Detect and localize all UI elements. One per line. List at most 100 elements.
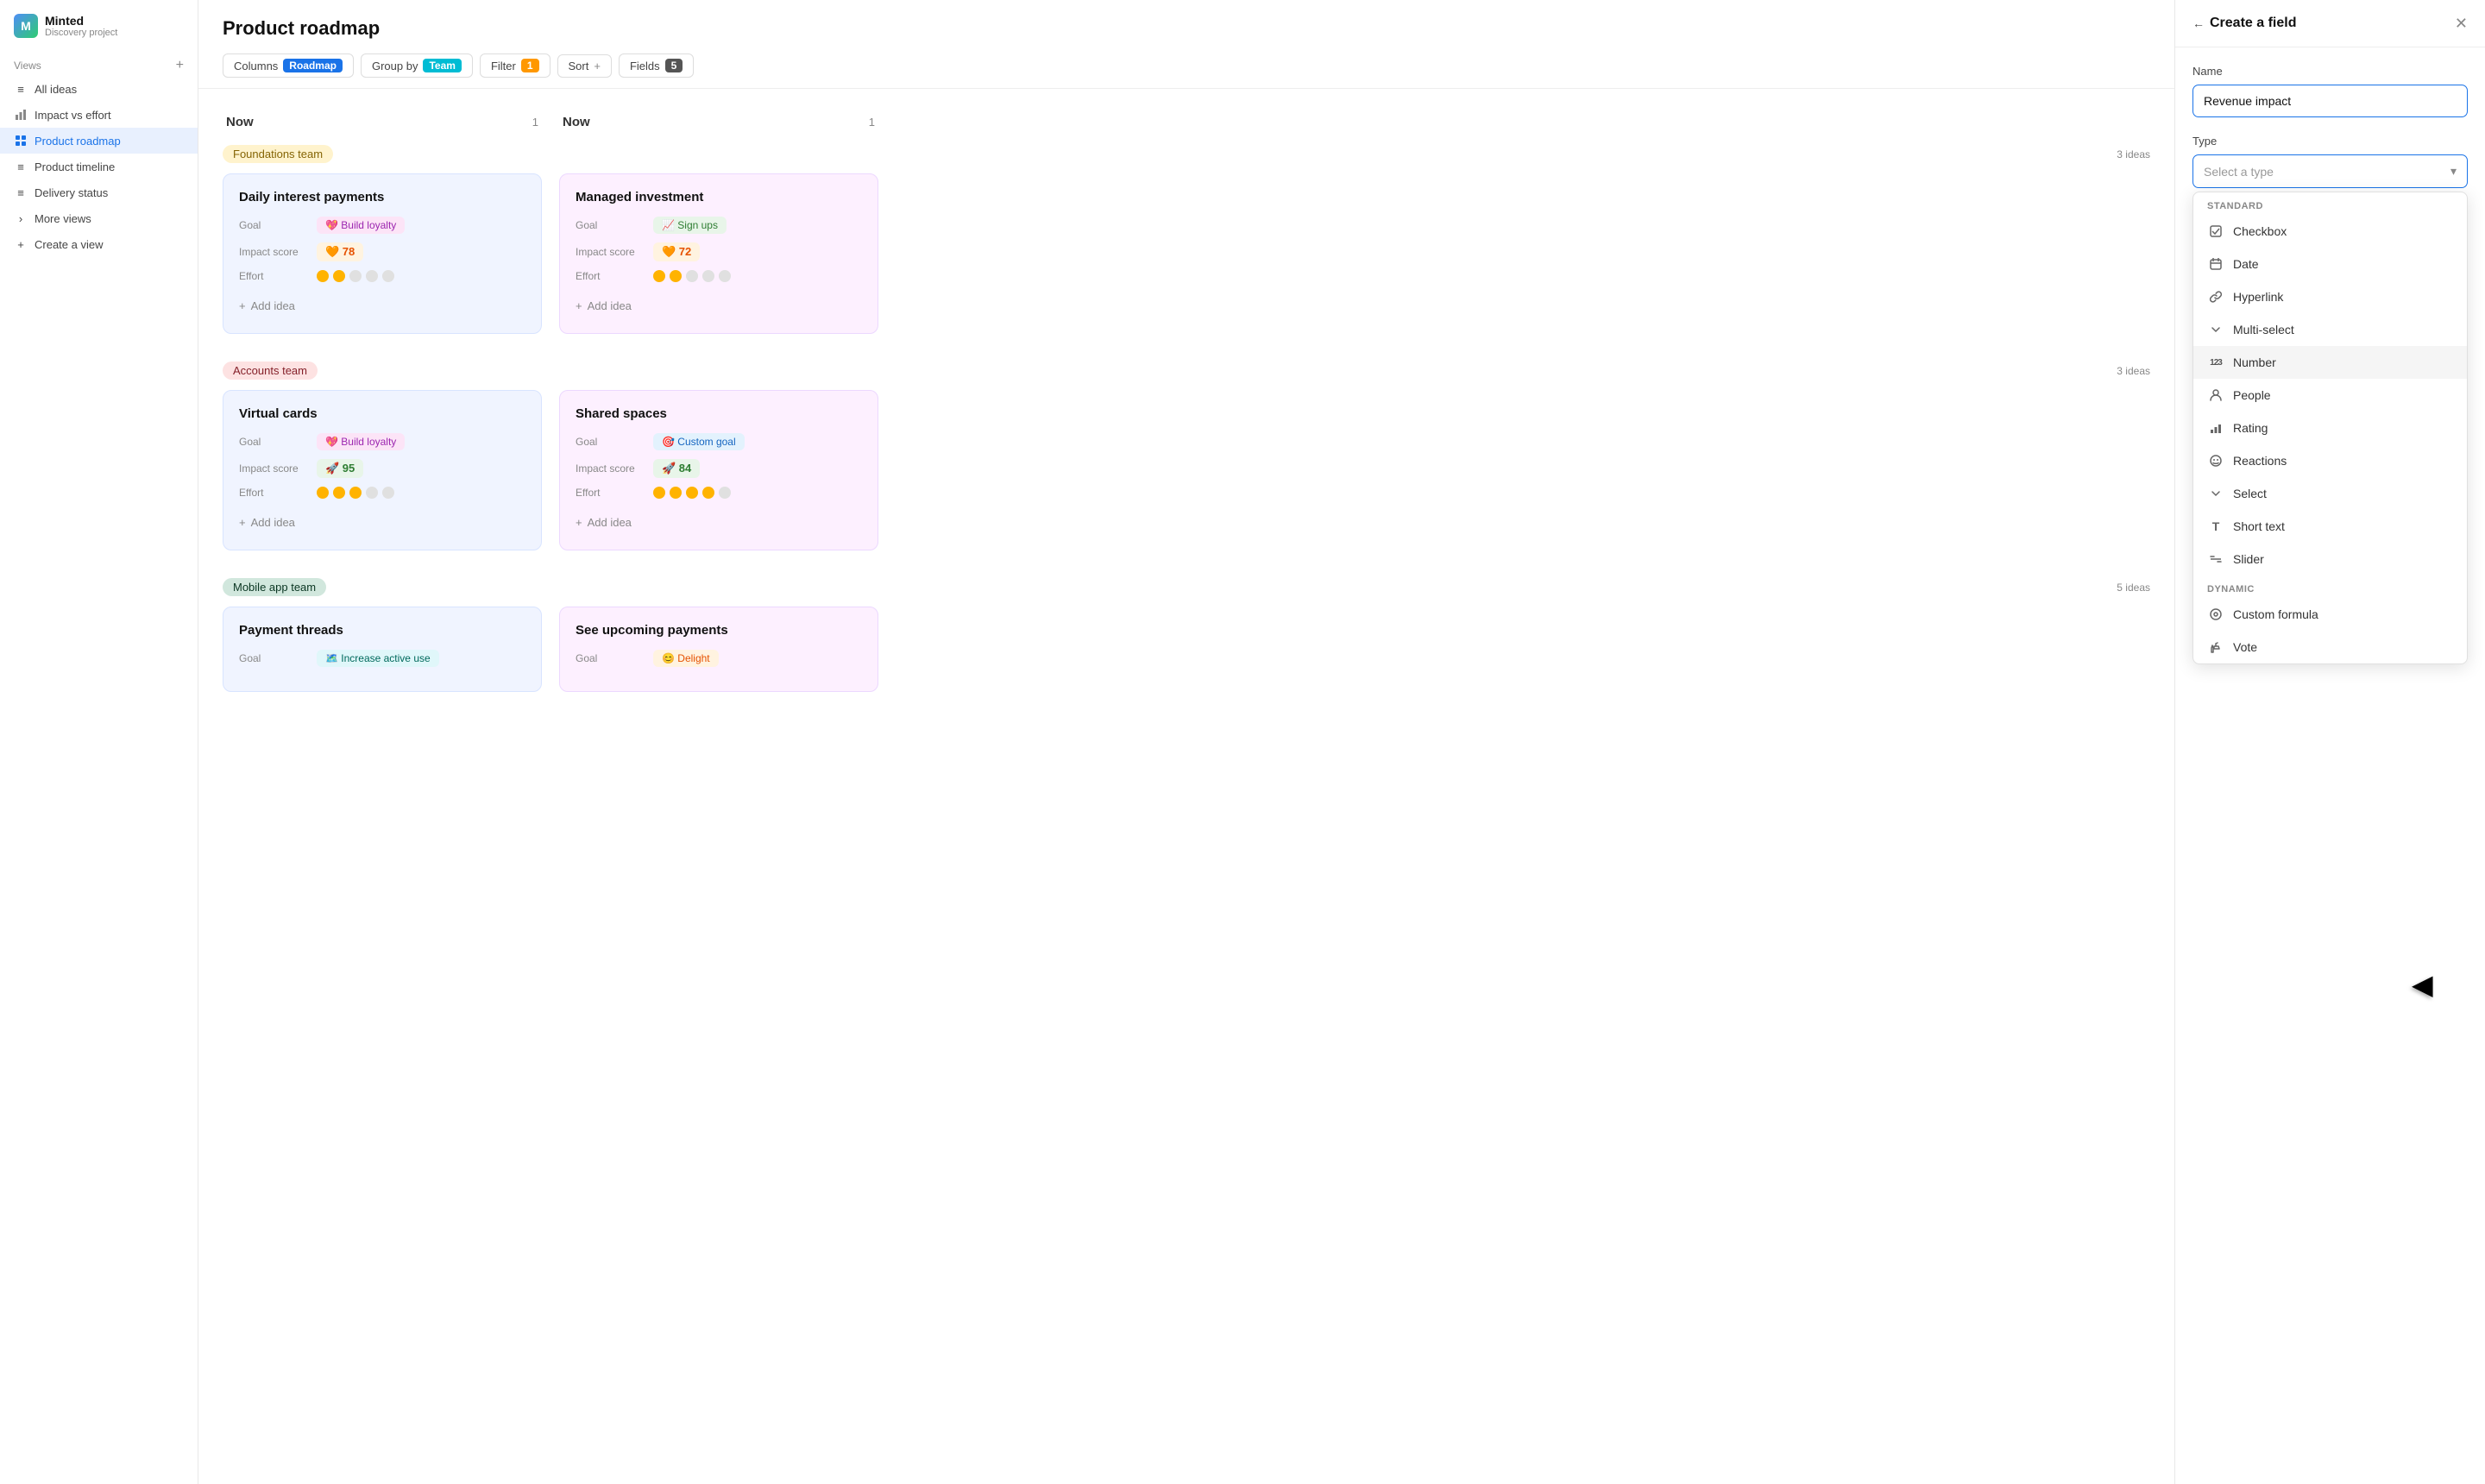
- hyperlink-icon: [2207, 288, 2224, 305]
- columns-tag: Roadmap: [283, 59, 343, 72]
- effort-dots: [317, 487, 394, 499]
- effort-dot: [719, 270, 731, 282]
- filter-button[interactable]: Filter 1: [480, 53, 550, 78]
- sort-label: Sort: [569, 60, 589, 72]
- standard-section-title: Standard: [2193, 192, 2467, 215]
- people-icon: [2207, 387, 2224, 404]
- card-title: Shared spaces: [576, 406, 862, 421]
- add-idea-button[interactable]: + Add idea: [239, 294, 525, 318]
- item-label: Vote: [2233, 640, 2257, 654]
- field-label: Goal: [239, 652, 308, 664]
- logo-text: Minted Discovery project: [45, 14, 117, 38]
- columns-label: Columns: [234, 60, 278, 72]
- effort-dot: [317, 487, 329, 499]
- main-header: Product roadmap Columns Roadmap Group by…: [198, 0, 2174, 89]
- groupby-button[interactable]: Group by Team: [361, 53, 473, 78]
- effort-dot: [366, 270, 378, 282]
- effort-dot: [653, 487, 665, 499]
- dropdown-item-custom-formula[interactable]: Custom formula: [2193, 598, 2467, 631]
- dropdown-item-rating[interactable]: Rating: [2193, 412, 2467, 444]
- sidebar-item-product-roadmap[interactable]: Product roadmap: [0, 128, 198, 154]
- field-label: Goal: [239, 219, 308, 231]
- dynamic-section-title: Dynamic: [2193, 575, 2467, 598]
- cards-row: Virtual cards Goal 💖 Build loyalty Impac…: [223, 390, 2150, 550]
- app-logo: M Minted Discovery project: [0, 14, 198, 52]
- team-ideas-count: 3 ideas: [2117, 365, 2150, 377]
- logo-icon: M: [14, 14, 38, 38]
- add-idea-button[interactable]: + Add idea: [239, 511, 525, 534]
- goal-tag[interactable]: 💖 Build loyalty: [317, 433, 405, 450]
- field-group-name: Name: [2192, 65, 2468, 117]
- add-idea-button[interactable]: + Add idea: [576, 294, 862, 318]
- team-row-foundations: Foundations team 3 ideas Daily interest …: [223, 145, 2150, 334]
- team-badge: Foundations team: [223, 145, 333, 163]
- custom-formula-icon: [2207, 606, 2224, 623]
- page-title: Product roadmap: [223, 17, 2150, 40]
- sidebar-item-impact-vs-effort[interactable]: Impact vs effort: [0, 102, 198, 128]
- filter-label: Filter: [491, 60, 516, 72]
- panel-title: Create a field: [2210, 16, 2296, 31]
- dropdown-item-date[interactable]: Date: [2193, 248, 2467, 280]
- dropdown-item-vote[interactable]: Vote: [2193, 631, 2467, 663]
- card-managed-investment: Managed investment Goal 📈 Sign ups Impac…: [559, 173, 878, 334]
- effort-dot: [702, 270, 714, 282]
- back-arrow-icon: ←: [2192, 16, 2205, 30]
- sidebar-item-create-view[interactable]: + Create a view: [0, 231, 198, 257]
- chevron-right-icon: ›: [14, 211, 28, 225]
- sidebar-item-delivery-status[interactable]: ≡ Delivery status: [0, 179, 198, 205]
- card-field-score: Impact score 🚀 95: [239, 459, 525, 478]
- dropdown-item-hyperlink[interactable]: Hyperlink: [2193, 280, 2467, 313]
- team-row-accounts: Accounts team 3 ideas Virtual cards Goal…: [223, 362, 2150, 550]
- team-header-mobile: Mobile app team 5 ideas: [223, 578, 2150, 596]
- dropdown-item-select[interactable]: Select: [2193, 477, 2467, 510]
- dropdown-item-multi-select[interactable]: Multi-select: [2193, 313, 2467, 346]
- column-headers: Now 1 Now 1: [223, 106, 2150, 138]
- panel-close-button[interactable]: ✕: [2455, 16, 2468, 31]
- effort-dot: [670, 270, 682, 282]
- col-header-now-right: Now 1: [559, 106, 878, 138]
- team-row-mobile: Mobile app team 5 ideas Payment threads …: [223, 578, 2150, 692]
- dropdown-item-people[interactable]: People: [2193, 379, 2467, 412]
- sort-button[interactable]: Sort +: [557, 54, 612, 78]
- add-idea-label: Add idea: [251, 516, 295, 529]
- dropdown-item-reactions[interactable]: Reactions: [2193, 444, 2467, 477]
- team-ideas-count: 5 ideas: [2117, 582, 2150, 594]
- dropdown-item-short-text[interactable]: T Short text: [2193, 510, 2467, 543]
- type-dropdown: Standard Checkbox Date: [2192, 192, 2468, 664]
- effort-dot: [382, 487, 394, 499]
- score-badge: 🚀 95: [317, 459, 363, 478]
- team-badge: Mobile app team: [223, 578, 326, 596]
- goal-tag[interactable]: 💖 Build loyalty: [317, 217, 405, 234]
- card-payment-threads: Payment threads Goal 🗺️ Increase active …: [223, 607, 542, 692]
- field-label: Goal: [576, 219, 645, 231]
- goal-tag[interactable]: 🗺️ Increase active use: [317, 650, 439, 667]
- dropdown-item-number[interactable]: 123 Number: [2193, 346, 2467, 379]
- effort-dots: [317, 270, 394, 282]
- name-input[interactable]: [2192, 85, 2468, 117]
- sidebar-item-all-ideas[interactable]: ≡ All ideas: [0, 76, 198, 102]
- field-label: Impact score: [239, 462, 308, 475]
- columns-button[interactable]: Columns Roadmap: [223, 53, 354, 78]
- dropdown-item-checkbox[interactable]: Checkbox: [2193, 215, 2467, 248]
- add-view-button[interactable]: +: [176, 59, 184, 72]
- goal-tag[interactable]: 😊 Delight: [653, 650, 719, 667]
- card-title: Virtual cards: [239, 406, 525, 421]
- add-idea-button[interactable]: + Add idea: [576, 511, 862, 534]
- card-virtual-cards: Virtual cards Goal 💖 Build loyalty Impac…: [223, 390, 542, 550]
- field-label: Goal: [239, 436, 308, 448]
- plus-icon: +: [239, 516, 246, 529]
- sidebar-item-more-views[interactable]: › More views: [0, 205, 198, 231]
- add-idea-label: Add idea: [588, 299, 632, 312]
- goal-tag[interactable]: 📈 Sign ups: [653, 217, 727, 234]
- cards-row: Daily interest payments Goal 💖 Build loy…: [223, 173, 2150, 334]
- type-select[interactable]: Select a type ▾: [2192, 154, 2468, 188]
- card-field-goal: Goal 💖 Build loyalty: [239, 433, 525, 450]
- goal-tag[interactable]: 🎯 Custom goal: [653, 433, 745, 450]
- dropdown-item-slider[interactable]: Slider: [2193, 543, 2467, 575]
- effort-dots: [653, 270, 731, 282]
- fields-button[interactable]: Fields 5: [619, 53, 694, 78]
- panel-back-button[interactable]: ← Create a field: [2192, 16, 2296, 31]
- col-label: Now: [563, 115, 590, 129]
- item-label: Date: [2233, 257, 2259, 271]
- sidebar-item-product-timeline[interactable]: ≡ Product timeline: [0, 154, 198, 179]
